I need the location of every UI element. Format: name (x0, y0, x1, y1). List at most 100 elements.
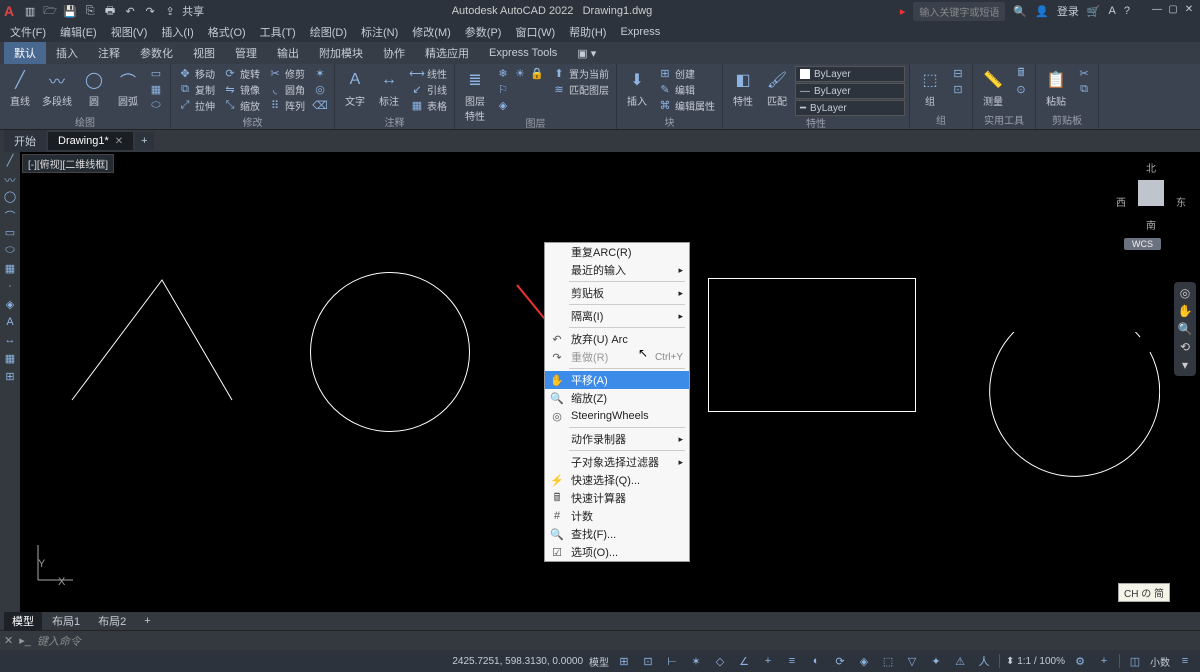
side-rect-icon[interactable]: ▭ (2, 226, 18, 242)
layerstate-button[interactable]: ⚐ (493, 82, 547, 97)
lwt-icon[interactable]: ≡ (783, 652, 801, 670)
ctx-count[interactable]: #计数 (545, 507, 689, 525)
copy-button[interactable]: ⧉复制 (175, 82, 218, 97)
doctab-start[interactable]: 开始 (4, 130, 46, 152)
layout-add[interactable]: + (136, 614, 158, 628)
mirror-button[interactable]: ⇋镜像 (220, 82, 263, 97)
qat-plot-icon[interactable]: 🖶 (102, 3, 118, 19)
side-hatch-icon[interactable]: ▦ (2, 262, 18, 278)
stretch-button[interactable]: ⤢拉伸 (175, 98, 218, 113)
matchlayer-button[interactable]: ≋匹配图层 (549, 82, 612, 97)
ctx-steeringwheels[interactable]: ◎SteeringWheels (545, 407, 689, 425)
group-button[interactable]: ⬚组 (914, 66, 946, 110)
ctx-clipboard[interactable]: 剪贴板▸ (545, 284, 689, 302)
dim-button[interactable]: ↔标注 (373, 66, 405, 110)
circle-button[interactable]: ◯圆 (78, 66, 110, 110)
status-model-label[interactable]: 模型 (589, 654, 609, 669)
side-ellipse-icon[interactable]: ⬭ (2, 244, 18, 260)
ctx-action-recorder[interactable]: 动作录制器▸ (545, 430, 689, 448)
viewcube-top[interactable] (1138, 180, 1164, 206)
cart-icon[interactable]: 🛒 (1087, 5, 1101, 18)
text-button[interactable]: A文字 (339, 66, 371, 110)
tab-manage[interactable]: 管理 (225, 42, 267, 64)
transp-icon[interactable]: ◐ (807, 652, 825, 670)
layer-freeze-button[interactable]: ❄☀🔒 (493, 66, 547, 81)
login-label[interactable]: 登录 (1057, 3, 1079, 19)
nav-pan-icon[interactable]: ✋ (1178, 304, 1193, 318)
viewport-label[interactable]: [-][俯视][二维线框] (22, 154, 114, 173)
tab-view[interactable]: 视图 (183, 42, 225, 64)
polar-icon[interactable]: ✶ (687, 652, 705, 670)
user-icon[interactable]: 👤 (1035, 5, 1049, 18)
cmd-close-icon[interactable]: ✕ (4, 634, 13, 647)
color-dropdown[interactable]: ByLayer (795, 66, 905, 82)
model-canvas[interactable]: [-][俯视][二维线框] 重复ARC(R) 最近的输入▸ 剪贴板▸ 隔离(I)… (20, 152, 1200, 612)
ctx-isolate[interactable]: 隔离(I)▸ (545, 307, 689, 325)
ctx-subobject-filter[interactable]: 子对象选择过滤器▸ (545, 453, 689, 471)
help-icon[interactable]: ? (1124, 5, 1130, 17)
bringfront-button[interactable]: ⬆置为当前 (549, 66, 612, 81)
dyn-icon[interactable]: + (759, 652, 777, 670)
linear-button[interactable]: ⟷线性 (407, 66, 450, 81)
measure-button[interactable]: 📏测量 (977, 66, 1009, 110)
viewcube-north[interactable]: 北 (1116, 160, 1186, 175)
tab-addins[interactable]: 附加模块 (309, 42, 373, 64)
hatch-button[interactable]: ▦ (146, 82, 166, 97)
ctx-options[interactable]: ☑选项(O)... (545, 543, 689, 561)
ctx-recent[interactable]: 最近的输入▸ (545, 261, 689, 279)
paste-button[interactable]: 📋粘贴 (1040, 66, 1072, 110)
copyclip-button[interactable]: ⧉ (1074, 82, 1094, 97)
menu-dim[interactable]: 标注(N) (355, 22, 404, 42)
status-scale[interactable]: ⬍ 1:1 / 100% (1006, 656, 1065, 667)
scale-button[interactable]: ⤡缩放 (220, 98, 263, 113)
editattr-button[interactable]: ⌘编辑属性 (655, 98, 718, 113)
tab-output[interactable]: 输出 (267, 42, 309, 64)
qat-share-label[interactable]: 共享 (182, 3, 204, 19)
menu-view[interactable]: 视图(V) (105, 22, 154, 42)
trim-button[interactable]: ✂修剪 (265, 66, 308, 81)
doctab-drawing1[interactable]: Drawing1*✕ (48, 132, 133, 150)
doctab-new[interactable]: + (135, 132, 153, 150)
rect-button[interactable]: ▭ (146, 66, 166, 81)
ellipse-button[interactable]: ⬭ (146, 98, 166, 113)
layout-model[interactable]: 模型 (4, 612, 42, 630)
cycling-icon[interactable]: ⟳ (831, 652, 849, 670)
tab-parametric[interactable]: 参数化 (130, 42, 183, 64)
status-menu-icon[interactable]: ≡ (1176, 652, 1194, 670)
tab-annotate[interactable]: 注释 (88, 42, 130, 64)
menu-window[interactable]: 窗口(W) (509, 22, 561, 42)
nav-zoom-icon[interactable]: 🔍 (1178, 322, 1193, 336)
move-button[interactable]: ✥移动 (175, 66, 218, 81)
snap-icon[interactable]: ⊡ (639, 652, 657, 670)
tab-express[interactable]: Express Tools (479, 44, 567, 62)
menu-edit[interactable]: 编辑(E) (54, 22, 103, 42)
ungroup-button[interactable]: ⊟ (948, 66, 968, 81)
groupedit-button[interactable]: ⊡ (948, 82, 968, 97)
side-arc-icon[interactable]: ⌒ (2, 208, 18, 224)
qat-save-icon[interactable]: 💾 (62, 3, 78, 19)
doctab-close-icon[interactable]: ✕ (115, 136, 123, 147)
gear-icon[interactable]: ⚙ (1071, 652, 1089, 670)
qat-new-icon[interactable]: ▥ (22, 3, 38, 19)
annoscale-icon[interactable]: 人 (975, 652, 993, 670)
viewcube-east[interactable]: 东 (1176, 194, 1186, 209)
ortho-icon[interactable]: ⊢ (663, 652, 681, 670)
viewcube[interactable]: 北 西 东 南 WCS (1116, 160, 1186, 250)
tab-default[interactable]: 默认 (4, 42, 46, 64)
menu-param[interactable]: 参数(P) (459, 22, 508, 42)
menu-help[interactable]: 帮助(H) (563, 22, 612, 42)
3dosnap-icon[interactable]: ◈ (855, 652, 873, 670)
menu-insert[interactable]: 插入(I) (155, 22, 199, 42)
side-pline-icon[interactable]: 〰 (2, 172, 18, 188)
insertblock-button[interactable]: ⬇插入 (621, 66, 653, 110)
side-dim-icon[interactable]: ↔ (2, 334, 18, 350)
side-text-icon[interactable]: A (2, 316, 18, 332)
layout-2[interactable]: 布局2 (90, 612, 134, 630)
menu-format[interactable]: 格式(O) (202, 22, 252, 42)
cut-button[interactable]: ✂ (1074, 66, 1094, 81)
apps-icon[interactable]: A (1109, 5, 1116, 17)
ctx-quickselect[interactable]: ⚡快速选择(Q)... (545, 471, 689, 489)
search-input[interactable]: 输入关键字或短语 (913, 2, 1005, 21)
dynucs-icon[interactable]: ⬚ (879, 652, 897, 670)
qat-open-icon[interactable]: 🗁 (42, 3, 58, 19)
